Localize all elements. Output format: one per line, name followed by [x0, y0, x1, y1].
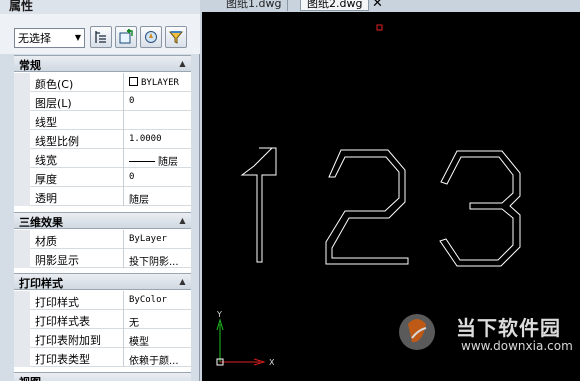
property-value[interactable]: 0 — [124, 168, 191, 187]
property-row-plot-style[interactable]: 打印样式 ByColor — [14, 291, 191, 310]
tab-drawing-1[interactable]: 图纸1.dwg — [220, 0, 289, 11]
chevron-down-icon: ▼ — [74, 33, 81, 42]
property-row-linetype-scale[interactable]: 线型比例 1.0000 — [14, 130, 191, 149]
property-value[interactable]: ByLayer — [124, 230, 191, 249]
document-tab-bar: 图纸1.dwg 图纸2.dwg ✕ — [202, 0, 580, 12]
property-value[interactable]: 无 — [124, 310, 191, 329]
property-name: 线型比例 — [30, 130, 124, 149]
selection-dropdown[interactable]: 无选择 ▼ — [14, 28, 85, 48]
section-general-title: 常规 — [19, 59, 41, 72]
pickadd-toggle-icon — [95, 31, 106, 43]
property-value[interactable] — [124, 111, 191, 130]
property-name: 厚度 — [30, 168, 124, 187]
property-row-transparency[interactable]: 透明 随层 — [14, 187, 191, 206]
tab-drawing-2[interactable]: 图纸2.dwg — [300, 0, 370, 11]
palette-title-bar: 属性 — [0, 0, 200, 14]
property-row-plot-style-table[interactable]: 打印样式表 无 — [14, 310, 191, 329]
quick-select-icon — [145, 31, 157, 43]
ucs-y-label: Y — [217, 310, 222, 319]
select-objects-icon — [119, 29, 133, 44]
property-row-shadow[interactable]: 阴影显示 投下阴影... — [14, 249, 191, 268]
section-view-header[interactable]: 视图 — [14, 372, 191, 381]
property-row-thickness[interactable]: 厚度 0 — [14, 168, 191, 187]
select-objects-button[interactable] — [115, 26, 137, 48]
watermark-logo — [399, 314, 435, 350]
palette-title: 属性 — [9, 0, 34, 13]
property-value[interactable]: 随层 — [124, 187, 191, 206]
property-name: 线型 — [30, 111, 124, 130]
property-name: 材质 — [30, 230, 124, 249]
property-row-lineweight[interactable]: 线宽 随层 — [14, 149, 191, 168]
filter-icon — [168, 31, 184, 44]
section-3d-header[interactable]: 三维效果 ▲ — [14, 212, 191, 229]
property-row-linetype[interactable]: 线型 — [14, 111, 191, 130]
color-swatch-icon — [129, 77, 138, 86]
collapse-icon[interactable]: ▲ — [177, 58, 188, 69]
grip-marker[interactable] — [376, 24, 383, 31]
digit-two-outline[interactable] — [325, 149, 409, 265]
section-3d-title: 三维效果 — [19, 216, 63, 229]
property-name: 打印表类型 — [30, 348, 124, 367]
property-row-plot-table-attached[interactable]: 打印表附加到 模型 — [14, 329, 191, 348]
property-value[interactable]: 1.0000 — [124, 130, 191, 149]
ucs-icon — [216, 318, 266, 366]
section-plot-title: 打印样式 — [19, 277, 63, 290]
section-view-title: 视图 — [19, 374, 41, 381]
property-value[interactable]: 0 — [124, 92, 191, 111]
property-value[interactable]: 随层 — [124, 149, 191, 168]
selection-dropdown-value: 无选择 — [18, 32, 51, 45]
property-row-layer[interactable]: 图层(L) 0 — [14, 92, 191, 111]
property-name: 打印表附加到 — [30, 329, 124, 348]
property-value[interactable]: 投下阴影... — [124, 249, 191, 268]
lineweight-sample-icon — [129, 161, 155, 162]
quick-select-button[interactable] — [140, 26, 162, 48]
property-name: 透明 — [30, 187, 124, 206]
section-general-header[interactable]: 常规 ▲ — [14, 55, 191, 72]
collapse-icon[interactable]: ▲ — [177, 215, 188, 226]
property-value[interactable]: 模型 — [124, 329, 191, 348]
collapse-icon[interactable]: ▲ — [177, 276, 188, 287]
pickadd-toggle-button[interactable] — [90, 26, 112, 48]
filter-button[interactable] — [165, 26, 187, 48]
properties-palette: 属性 无选择 ▼ 常规 ▲ 颜色(C) BYLAYER 图层(L) 0 线型 线… — [0, 0, 200, 381]
property-name: 颜色(C) — [30, 73, 124, 92]
digit-one-outline[interactable] — [240, 147, 277, 263]
property-name: 图层(L) — [30, 92, 124, 111]
property-value[interactable]: 依赖于颜... — [124, 348, 191, 367]
digit-three-outline[interactable] — [439, 150, 521, 267]
property-value[interactable]: ByColor — [124, 291, 191, 310]
watermark-name: 当下软件园 — [456, 316, 561, 340]
property-name: 阴影显示 — [30, 249, 124, 268]
property-value[interactable]: BYLAYER — [124, 73, 191, 92]
palette-toolbar: 无选择 ▼ — [0, 14, 200, 54]
property-row-plot-table-type[interactable]: 打印表类型 依赖于颜... — [14, 348, 191, 367]
watermark-url: www.downxia.com — [461, 339, 573, 353]
properties-grid: 常规 ▲ 颜色(C) BYLAYER 图层(L) 0 线型 线型比例 1.000… — [14, 55, 191, 381]
ucs-x-label: X — [269, 358, 275, 367]
drawing-canvas[interactable]: Y X 当下软件园 www.downxia.com — [202, 12, 580, 381]
property-name: 打印样式 — [30, 291, 124, 310]
property-name: 线宽 — [30, 149, 124, 168]
section-plot-header[interactable]: 打印样式 ▲ — [14, 273, 191, 290]
close-icon[interactable]: ✕ — [372, 0, 383, 11]
property-name: 打印样式表 — [30, 310, 124, 329]
property-row-material[interactable]: 材质 ByLayer — [14, 230, 191, 249]
property-row-color[interactable]: 颜色(C) BYLAYER — [14, 73, 191, 92]
